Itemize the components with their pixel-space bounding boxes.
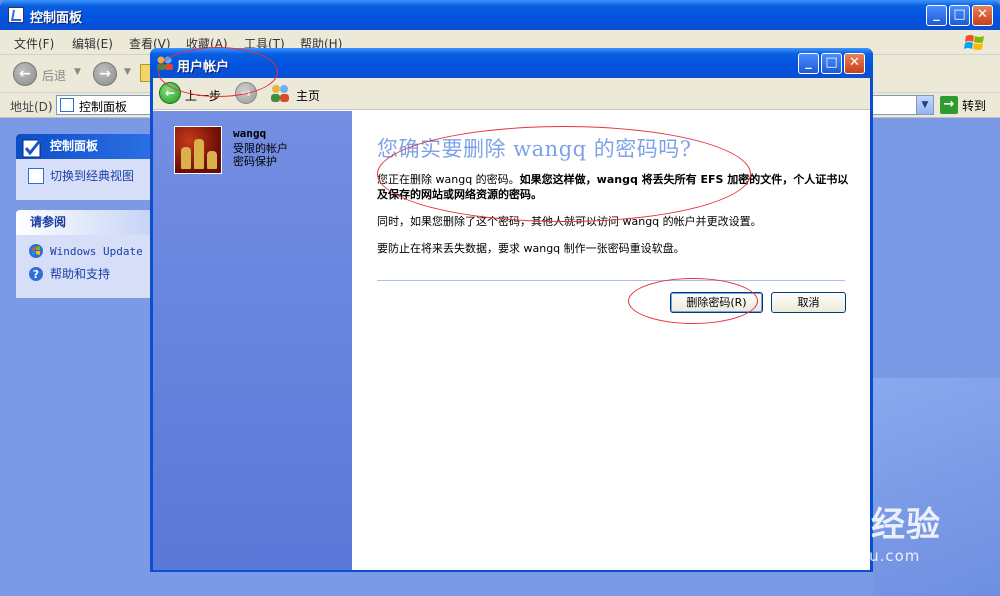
maximize-button[interactable]: □ xyxy=(949,5,970,26)
back-dropdown-icon[interactable]: ▼ xyxy=(74,67,81,77)
windows-update-label: Windows Update xyxy=(50,244,143,258)
ua-close-button[interactable]: ✕ xyxy=(844,53,865,74)
help-support-link[interactable]: ? 帮助和支持 xyxy=(28,265,144,282)
go-label: 转到 xyxy=(962,98,987,113)
close-button[interactable]: ✕ xyxy=(972,5,993,26)
see-also-title: 请参阅 xyxy=(30,215,67,229)
control-panel-icon xyxy=(8,7,24,23)
ua-back-label[interactable]: 上一步 xyxy=(185,87,221,104)
warning-paragraph: 您正在删除 wangq 的密码。如果您这样做，wangq 将丢失所有 EFS 加… xyxy=(377,172,855,202)
back-arrow-icon[interactable]: ← xyxy=(13,62,37,86)
back-label[interactable]: 后退 xyxy=(42,67,66,84)
address-dropdown-icon[interactable]: ▼ xyxy=(916,96,933,114)
menu-edit[interactable]: 编辑(E) xyxy=(72,35,113,52)
user-accounts-icon xyxy=(157,56,173,70)
user-accounts-nav: ← 上一步 → 主页 xyxy=(153,78,870,110)
address-value: 控制面板 xyxy=(79,100,128,114)
go-button[interactable]: → 转到 xyxy=(940,96,986,114)
warning-normal-text: 您正在删除 wangq 的密码。 xyxy=(377,173,520,186)
classic-view-icon xyxy=(28,167,44,184)
access-paragraph: 同时，如果您删除了这个密码，其他人就可以访问 wangq 的帐户并更改设置。 xyxy=(377,215,762,228)
home-label[interactable]: 主页 xyxy=(296,87,320,104)
windows-logo-icon xyxy=(964,35,984,50)
switch-classic-view-label: 切换到经典视图 xyxy=(50,169,135,183)
ua-maximize-button[interactable]: □ xyxy=(821,53,842,74)
control-panel-task-pane: 控制面板 切换到经典视图 xyxy=(16,134,152,200)
control-panel-pane-title: 控制面板 xyxy=(50,139,99,153)
cancel-button[interactable]: 取消 xyxy=(771,292,846,313)
windows-update-icon xyxy=(29,244,43,258)
address-label: 地址(D) xyxy=(10,100,53,114)
watermark-brand: Baidu经验 xyxy=(757,505,942,545)
help-icon: ? xyxy=(29,266,43,281)
control-panel-pane-header[interactable]: 控制面板 xyxy=(16,134,152,159)
control-panel-title: 控制面板 xyxy=(30,11,83,26)
reset-disk-paragraph: 要防止在将来丢失数据，要求 wangq 制作一张密码重设软盘。 xyxy=(377,242,685,255)
ua-minimize-button[interactable]: _ xyxy=(798,53,819,74)
windows-update-link[interactable]: Windows Update xyxy=(28,243,144,259)
delete-password-button[interactable]: 删除密码(R) xyxy=(670,292,763,313)
see-also-pane: 请参阅 Windows Update ? 帮助和支持 xyxy=(16,210,152,298)
watermark-url: jingyan.baidu.com xyxy=(765,547,921,565)
user-accounts-window: 用户帐户 _ □ ✕ ← 上一步 → 主页 wangq 受限的帐户 密码保护 您… xyxy=(150,48,873,572)
user-accounts-title: 用户帐户 xyxy=(177,60,230,75)
control-panel-small-icon xyxy=(60,98,74,112)
forward-arrow-icon[interactable]: → xyxy=(93,62,117,86)
user-password-status: 密码保护 xyxy=(233,155,277,168)
divider xyxy=(377,280,845,281)
forward-dropdown-icon[interactable]: ▼ xyxy=(124,67,131,77)
user-avatar xyxy=(174,126,222,174)
see-also-header[interactable]: 请参阅 xyxy=(16,210,152,235)
menu-file[interactable]: 文件(F) xyxy=(14,35,54,52)
user-accounts-titlebar[interactable]: 用户帐户 _ □ ✕ xyxy=(150,48,873,78)
user-name: wangq xyxy=(233,127,267,140)
ua-back-arrow-icon[interactable]: ← xyxy=(159,82,181,104)
svg-text:?: ? xyxy=(33,268,39,281)
minimize-button[interactable]: _ xyxy=(926,5,947,26)
control-panel-check-icon xyxy=(22,137,44,158)
home-users-icon[interactable] xyxy=(269,83,291,103)
help-support-label: 帮助和支持 xyxy=(50,267,111,281)
control-panel-titlebar[interactable]: 控制面板 _ □ ✕ xyxy=(0,0,1000,30)
baidu-watermark: Baidu经验 jingyan.baidu.com xyxy=(757,495,987,575)
user-info-pane: wangq 受限的帐户 密码保护 xyxy=(153,111,352,570)
confirm-question-title: 您确实要删除 wangq 的密码吗? xyxy=(377,137,692,161)
switch-classic-view-link[interactable]: 切换到经典视图 xyxy=(28,167,144,184)
go-arrow-icon: → xyxy=(940,96,958,114)
ua-forward-arrow-icon[interactable]: → xyxy=(235,82,257,104)
